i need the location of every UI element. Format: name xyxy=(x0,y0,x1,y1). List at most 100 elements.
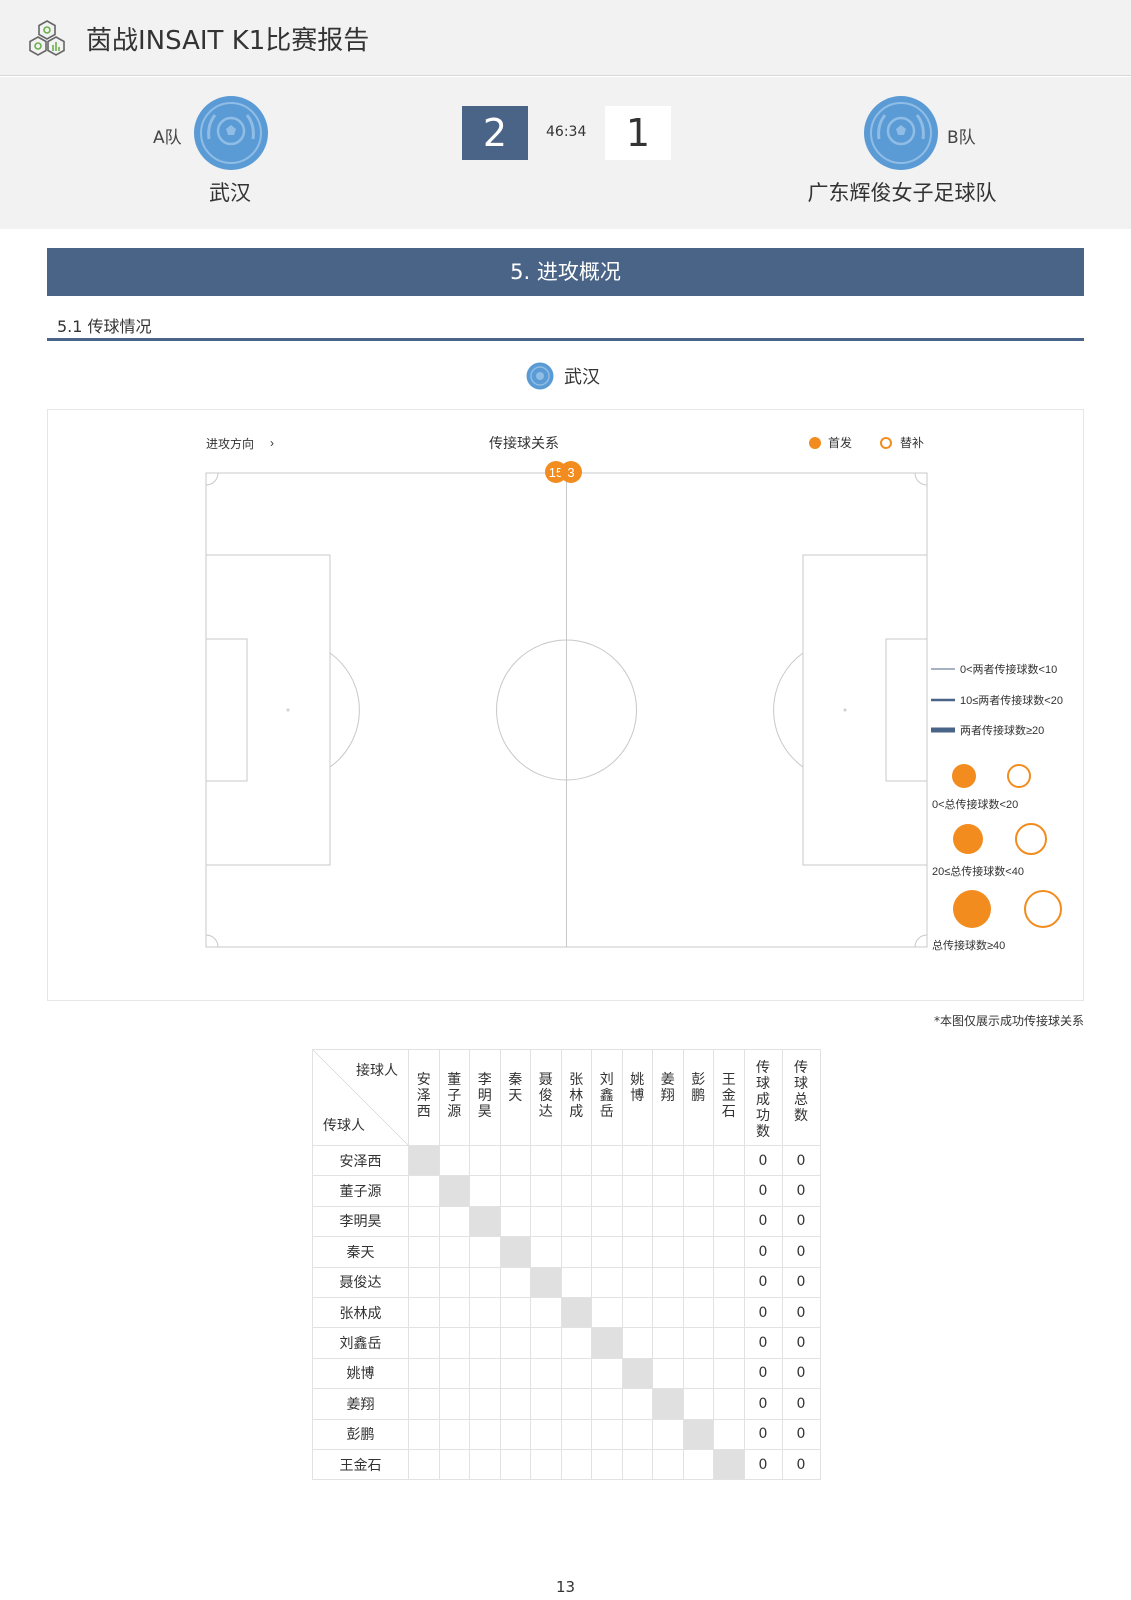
pass-count-cell xyxy=(560,1418,592,1450)
pass-count-cell xyxy=(408,1418,440,1450)
pass-count-cell xyxy=(621,1448,653,1481)
table-row: 姜翔 0 0 xyxy=(312,1388,821,1420)
pass-count-cell xyxy=(621,1327,653,1359)
passer-name: 姚博 xyxy=(312,1357,409,1390)
passer-name: 秦天 xyxy=(312,1236,409,1268)
pass-count-cell xyxy=(621,1388,653,1420)
size-legend-medium-starter-icon xyxy=(953,824,983,854)
pass-count-cell xyxy=(530,1448,562,1481)
team-b-name: 广东辉俊女子足球队 xyxy=(807,181,997,205)
pass-count-cell xyxy=(652,1205,684,1238)
chart-team-caption: 武汉 xyxy=(526,361,600,391)
pass-count-cell xyxy=(469,1388,501,1420)
table-row: 张林成 0 0 xyxy=(312,1296,821,1329)
pass-count-cell xyxy=(560,1175,592,1207)
pass-count-cell xyxy=(652,1175,684,1207)
pass-success-cell: 0 xyxy=(743,1296,783,1329)
passer-name: 聂俊达 xyxy=(312,1266,409,1298)
pass-count-cell xyxy=(560,1266,592,1298)
pass-count-cell xyxy=(438,1357,470,1390)
report-header: 茵战INSAIT K1比赛报告 xyxy=(0,0,1131,76)
attack-direction-label: 进攻方向 xyxy=(206,436,254,451)
success-column-header: 传球成功数 xyxy=(743,1049,783,1146)
pass-count-cell xyxy=(652,1144,684,1177)
section-title: 5. 进攻概况 xyxy=(47,248,1084,296)
pass-count-cell xyxy=(408,1357,440,1390)
pass-network-chart: 进攻方向 › 传接球关系 首发 替补 15 3 0<两者传接球数<10 10≤两… xyxy=(47,409,1084,1001)
legend-sub-icon xyxy=(880,437,892,449)
pass-count-cell xyxy=(530,1388,562,1420)
pass-count-cell xyxy=(621,1357,653,1390)
pass-count-cell xyxy=(652,1236,684,1268)
team-a-badge-icon xyxy=(194,96,268,170)
size-legend-large-starter-icon xyxy=(953,890,991,928)
hexagon-network-logo-icon xyxy=(29,20,65,56)
team-b-badge-icon xyxy=(864,96,938,170)
size-legend-large-sub-icon xyxy=(1024,890,1062,928)
team-b-score: 1 xyxy=(605,106,671,160)
pass-count-cell xyxy=(591,1175,623,1207)
passer-name: 李明昊 xyxy=(312,1205,409,1238)
receiver-name: 姜翔 xyxy=(660,1072,675,1104)
pass-count-cell xyxy=(408,1205,440,1238)
pass-count-cell xyxy=(713,1175,745,1207)
pass-total-cell: 0 xyxy=(781,1144,821,1177)
pass-count-cell xyxy=(438,1144,470,1177)
pass-count-cell xyxy=(713,1357,745,1390)
size-legend-2: 20≤总传接球数<40 xyxy=(932,864,1024,878)
pass-count-cell xyxy=(682,1175,714,1207)
pass-count-cell xyxy=(530,1205,562,1238)
match-time: 46:34 xyxy=(546,124,587,140)
pass-count-cell xyxy=(438,1236,470,1268)
pass-count-cell xyxy=(591,1266,623,1298)
page-number: 13 xyxy=(555,1578,576,1596)
pass-matrix-table: 接球人 传球人 安泽西 董子源 李明昊 秦天 聂俊达 张林成 刘鑫岳 姚博 姜翔 彭鹏 王金石 传球成… xyxy=(312,1049,821,1481)
pass-success-cell: 0 xyxy=(743,1327,783,1359)
pass-count-cell xyxy=(713,1448,745,1481)
line-legend-1: 0<两者传接球数<10 xyxy=(960,662,1057,676)
pass-success-cell: 0 xyxy=(743,1388,783,1420)
passer-name: 张林成 xyxy=(312,1296,409,1329)
pass-count-cell xyxy=(530,1144,562,1177)
pass-count-cell xyxy=(499,1266,531,1298)
pass-count-cell xyxy=(530,1357,562,1390)
pass-count-cell xyxy=(621,1418,653,1450)
legend-starter-label: 首发 xyxy=(828,435,852,450)
passer-name: 姜翔 xyxy=(312,1388,409,1420)
pass-count-cell xyxy=(438,1205,470,1238)
pass-count-cell xyxy=(560,1205,592,1238)
pass-count-cell xyxy=(591,1357,623,1390)
report-title: 茵战INSAIT K1比赛报告 xyxy=(86,26,370,56)
pass-count-cell xyxy=(682,1327,714,1359)
pass-count-cell xyxy=(530,1266,562,1298)
passer-header: 传球人 xyxy=(323,1118,365,1134)
receiver-column-header: 姜翔 xyxy=(652,1049,684,1146)
pass-count-cell xyxy=(499,1448,531,1481)
receiver-name: 李明昊 xyxy=(477,1072,492,1120)
pass-count-cell xyxy=(713,1296,745,1329)
pass-count-cell xyxy=(499,1175,531,1207)
subsection-title: 5.1 传球情况 xyxy=(57,317,152,336)
table-row: 安泽西 0 0 xyxy=(312,1144,821,1177)
pass-count-cell xyxy=(408,1144,440,1177)
player-node-number: 3 xyxy=(567,465,574,480)
pass-count-cell xyxy=(469,1418,501,1450)
receiver-column-header: 安泽西 xyxy=(408,1049,440,1146)
pass-count-cell xyxy=(499,1327,531,1359)
pass-count-cell xyxy=(560,1327,592,1359)
pass-success-cell: 0 xyxy=(743,1448,783,1481)
line-legend-3: 两者传接球数≥20 xyxy=(960,723,1044,737)
pass-count-cell xyxy=(652,1448,684,1481)
pitch xyxy=(205,472,928,948)
pass-total-cell: 0 xyxy=(781,1327,821,1359)
pass-count-cell xyxy=(469,1448,501,1481)
pass-count-cell xyxy=(499,1144,531,1177)
pass-count-cell xyxy=(499,1388,531,1420)
pass-count-cell xyxy=(713,1418,745,1450)
pass-count-cell xyxy=(408,1327,440,1359)
pass-count-cell xyxy=(652,1296,684,1329)
pass-count-cell xyxy=(438,1327,470,1359)
receiver-name: 秦天 xyxy=(508,1072,523,1104)
pass-count-cell xyxy=(713,1205,745,1238)
pass-count-cell xyxy=(682,1388,714,1420)
